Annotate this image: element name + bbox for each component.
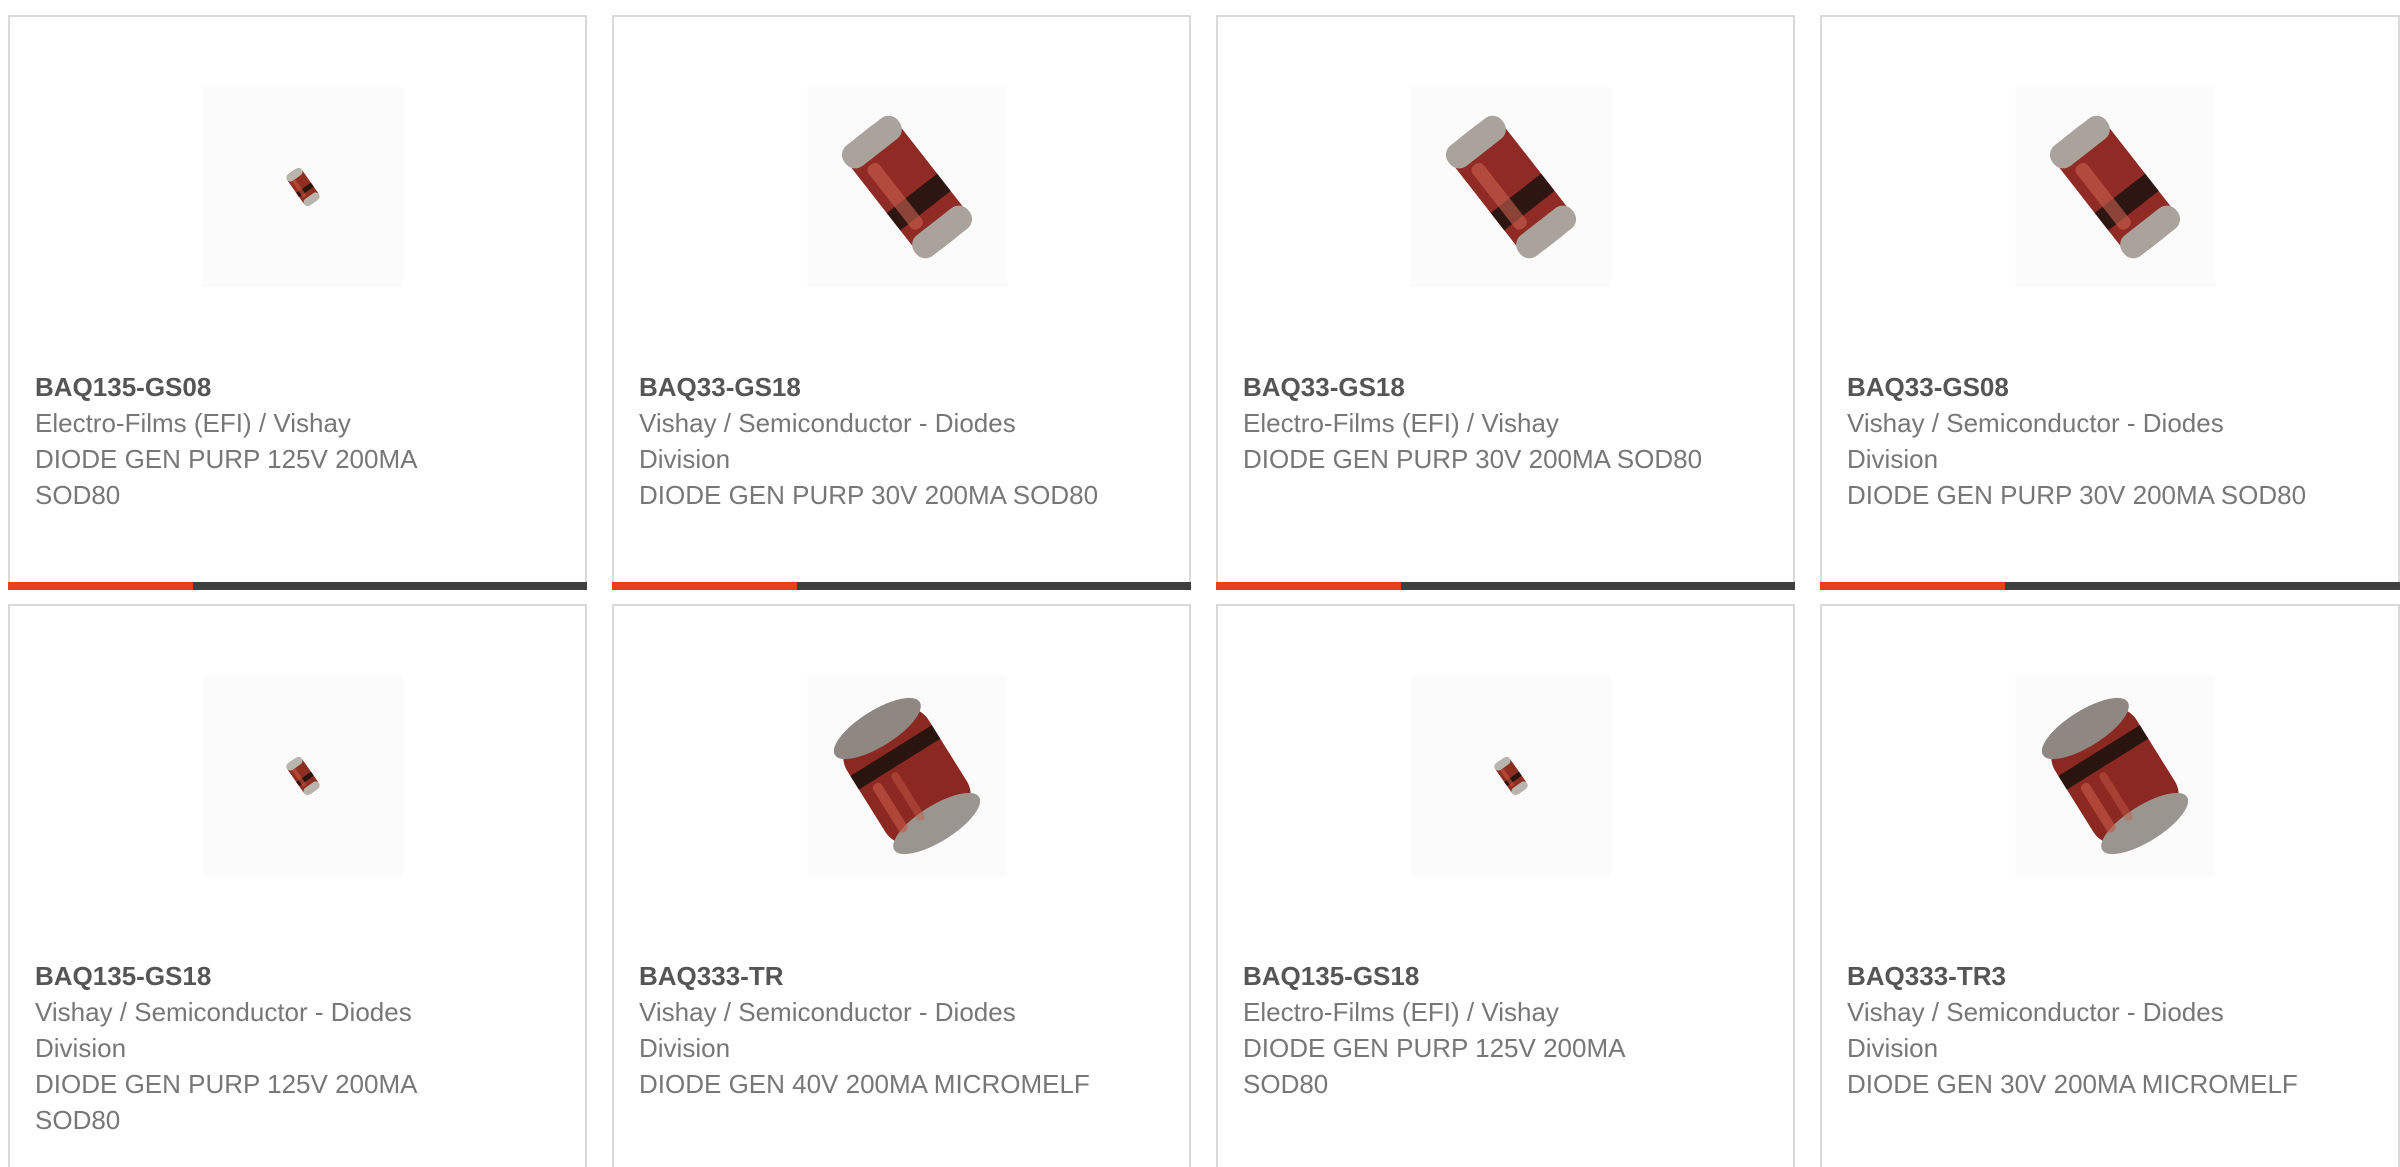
small-sod80-diode-icon xyxy=(268,152,338,222)
product-image[interactable] xyxy=(2015,676,2215,876)
product-card[interactable]: BAQ33-GS18 Electro-Films (EFI) / Vishay … xyxy=(1216,15,1795,590)
manufacturer: Electro-Films (EFI) / Vishay xyxy=(1243,997,1559,1027)
product-image[interactable] xyxy=(807,87,1007,287)
product-card[interactable]: BAQ135-GS18 Electro-Films (EFI) / Vishay… xyxy=(1216,604,1795,1167)
product-info: BAQ33-GS18 Vishay / Semiconductor - Diod… xyxy=(639,369,1169,513)
card-accent-bar xyxy=(1820,582,2005,590)
part-number[interactable]: BAQ33-GS08 xyxy=(1847,369,2378,405)
product-image[interactable] xyxy=(203,676,403,876)
part-number[interactable]: BAQ333-TR xyxy=(639,958,1169,994)
micromelf-diode-icon xyxy=(2015,676,2215,876)
description: DIODE GEN 40V 200MA MICROMELF xyxy=(639,1069,1090,1099)
manufacturer: Electro-Films (EFI) / Vishay xyxy=(1243,408,1559,438)
manufacturer: Vishay / Semiconductor - Diodes Division xyxy=(639,997,1016,1063)
part-number[interactable]: BAQ333-TR3 xyxy=(1847,958,2378,994)
card-accent-bar xyxy=(8,582,193,590)
product-card[interactable]: BAQ33-GS18 Vishay / Semiconductor - Diod… xyxy=(612,15,1191,590)
micromelf-diode-icon xyxy=(807,676,1007,876)
product-image[interactable] xyxy=(2015,87,2215,287)
manufacturer: Vishay / Semiconductor - Diodes Division xyxy=(1847,997,2224,1063)
manufacturer: Electro-Films (EFI) / Vishay xyxy=(35,408,351,438)
product-info: BAQ135-GS18 Electro-Films (EFI) / Vishay… xyxy=(1243,958,1773,1102)
card-footer-bar xyxy=(612,582,1191,590)
product-image[interactable] xyxy=(203,87,403,287)
card-footer-bar xyxy=(8,582,587,590)
product-card[interactable]: BAQ135-GS08 Electro-Films (EFI) / Vishay… xyxy=(8,15,587,590)
product-info: BAQ33-GS18 Electro-Films (EFI) / Vishay … xyxy=(1243,369,1773,477)
product-card[interactable]: BAQ135-GS18 Vishay / Semiconductor - Dio… xyxy=(8,604,587,1167)
large-sod80-diode-icon xyxy=(807,87,1007,287)
product-card[interactable]: BAQ33-GS08 Vishay / Semiconductor - Diod… xyxy=(1820,15,2400,590)
small-sod80-diode-icon xyxy=(1476,741,1546,811)
description: DIODE GEN PURP 125V 200MA SOD80 xyxy=(1243,1033,1625,1099)
product-info: BAQ135-GS08 Electro-Films (EFI) / Vishay… xyxy=(35,369,565,513)
manufacturer: Vishay / Semiconductor - Diodes Division xyxy=(1847,408,2224,474)
product-image[interactable] xyxy=(807,676,1007,876)
product-info: BAQ333-TR Vishay / Semiconductor - Diode… xyxy=(639,958,1169,1102)
card-footer-bar xyxy=(1820,582,2400,590)
large-sod80-diode-icon xyxy=(1411,87,1611,287)
part-number[interactable]: BAQ33-GS18 xyxy=(1243,369,1773,405)
part-number[interactable]: BAQ135-GS18 xyxy=(1243,958,1773,994)
manufacturer: Vishay / Semiconductor - Diodes Division xyxy=(35,997,412,1063)
description: DIODE GEN PURP 125V 200MA SOD80 xyxy=(35,444,417,510)
description: DIODE GEN PURP 125V 200MA SOD80 xyxy=(35,1069,417,1135)
part-number[interactable]: BAQ135-GS18 xyxy=(35,958,565,994)
card-accent-bar xyxy=(612,582,797,590)
part-number[interactable]: BAQ135-GS08 xyxy=(35,369,565,405)
large-sod80-diode-icon xyxy=(2015,87,2215,287)
product-image[interactable] xyxy=(1411,87,1611,287)
card-footer-bar xyxy=(1216,582,1795,590)
product-info: BAQ33-GS08 Vishay / Semiconductor - Diod… xyxy=(1847,369,2378,513)
product-image[interactable] xyxy=(1411,676,1611,876)
description: DIODE GEN 30V 200MA MICROMELF xyxy=(1847,1069,2298,1099)
description: DIODE GEN PURP 30V 200MA SOD80 xyxy=(1243,444,1703,474)
manufacturer: Vishay / Semiconductor - Diodes Division xyxy=(639,408,1016,474)
description: DIODE GEN PURP 30V 200MA SOD80 xyxy=(639,480,1099,510)
card-accent-bar xyxy=(1216,582,1401,590)
description: DIODE GEN PURP 30V 200MA SOD80 xyxy=(1847,480,2307,510)
part-number[interactable]: BAQ33-GS18 xyxy=(639,369,1169,405)
product-info: BAQ135-GS18 Vishay / Semiconductor - Dio… xyxy=(35,958,565,1138)
product-card[interactable]: BAQ333-TR3 Vishay / Semiconductor - Diod… xyxy=(1820,604,2400,1167)
product-grid: BAQ135-GS08 Electro-Films (EFI) / Vishay… xyxy=(0,0,2400,1167)
product-info: BAQ333-TR3 Vishay / Semiconductor - Diod… xyxy=(1847,958,2378,1102)
small-sod80-diode-icon xyxy=(268,741,338,811)
product-card[interactable]: BAQ333-TR Vishay / Semiconductor - Diode… xyxy=(612,604,1191,1167)
